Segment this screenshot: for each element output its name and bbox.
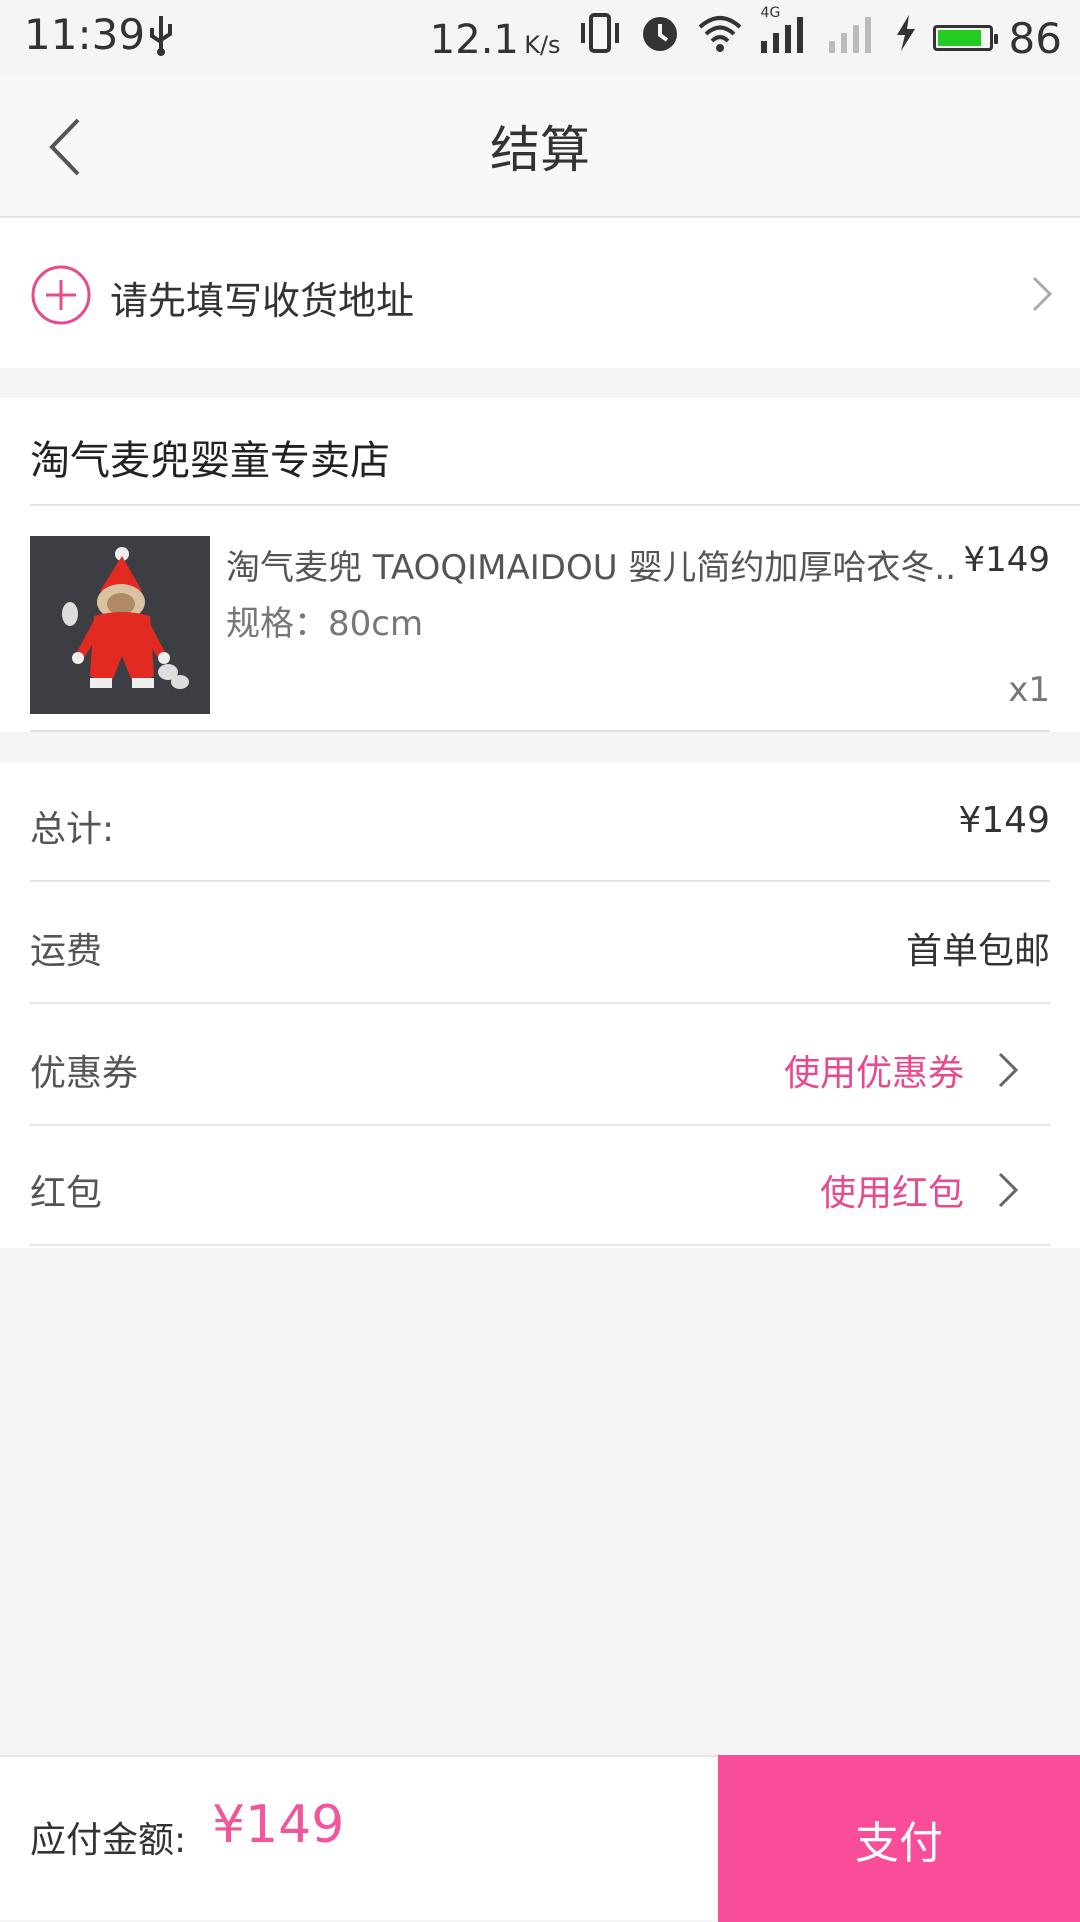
product-spec: 规格：80cm [226,604,424,644]
network-type: 4G [760,5,781,21]
shipping-value: 首单包邮 [905,931,1050,972]
summary-row-red-packet[interactable]: 红包 使用红包 [30,1126,1050,1246]
pay-button[interactable]: 支付 [718,1755,1080,1922]
use-coupon-link[interactable]: 使用优惠券 [784,1044,964,1096]
status-bar: 11:39 12.1 K/s 4G 86 [0,0,1080,76]
product-quantity: x1 [1008,670,1050,710]
battery-percent: 86 [1008,13,1062,63]
use-red-packet-link[interactable]: 使用红包 [820,1164,964,1216]
usb-icon [146,12,176,62]
alarm-icon [639,12,681,64]
address-selector[interactable]: 请先填写收货地址 [0,218,1080,368]
page-title: 结算 [490,121,590,179]
chevron-right-icon [1030,274,1054,318]
product-title[interactable]: 淘气麦兜 TAOQIMAIDOU 婴儿简约加厚哈衣冬.. [226,540,1050,589]
red-packet-label: 红包 [30,1173,103,1214]
summary-row-coupon[interactable]: 优惠券 使用优惠券 [30,1006,1050,1126]
amount-due-label: 应付金额: [30,1820,187,1861]
add-circle-icon [30,264,92,330]
product-price: ¥149 [961,540,1050,580]
vibrate-icon [577,13,623,63]
divider [30,504,1080,506]
status-time: 11:39 [24,10,146,59]
shop-name: 淘气麦兜婴童专卖店 [30,438,390,484]
coupon-label: 优惠券 [30,1053,139,1094]
total-label: 总计: [30,809,115,850]
charging-icon [895,13,917,63]
chevron-right-icon [996,1170,1020,1214]
chevron-right-icon [996,1050,1020,1094]
divider [30,730,1050,732]
network-speed: 12.1 K/s [429,16,561,63]
battery-icon [932,25,998,51]
order-summary: 总计: ¥149 运费 首单包邮 优惠券 使用优惠券 红包 使用红包 [0,762,1080,1248]
shipping-label: 运费 [30,931,103,972]
checkout-bar: 应付金额: ¥149 支付 [0,1755,1080,1922]
signal-empty-icon [827,11,879,65]
wifi-icon [697,13,743,63]
summary-row-shipping: 运费 首单包邮 [30,884,1050,1004]
product-image[interactable] [30,536,210,714]
amount-due-value: ¥149 [212,1795,345,1855]
address-prompt: 请先填写收货地址 [110,279,415,323]
header: 结算 [0,76,1080,218]
signal-4g-icon: 4G [759,5,811,65]
shop-card: 淘气麦兜婴童专卖店 淘气麦兜 TAOQIMAIDOU 婴儿简约加厚哈衣冬.. ¥… [0,398,1080,732]
total-value: ¥149 [958,800,1050,841]
summary-row-total: 总计: ¥149 [30,762,1050,882]
